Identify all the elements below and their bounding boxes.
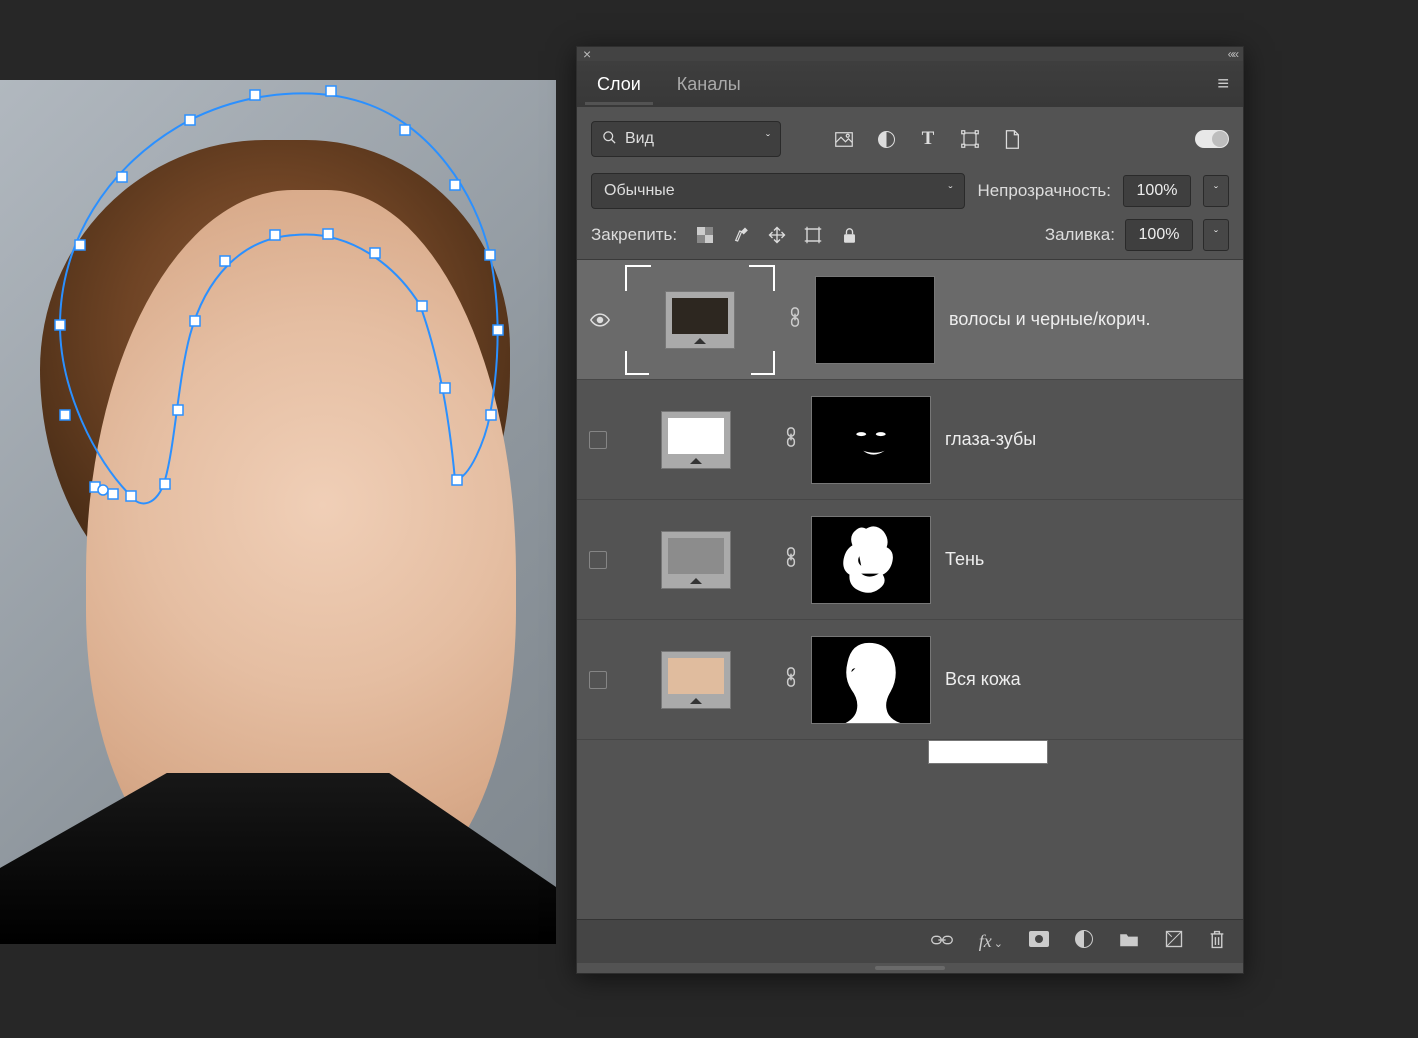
close-icon[interactable]: × xyxy=(583,47,591,61)
panel-menu-icon[interactable]: ≡ xyxy=(1217,73,1229,96)
kind-dropdown[interactable]: Вид ˇ xyxy=(591,121,781,157)
link-mask-icon[interactable] xyxy=(785,667,797,692)
layer-mask-thumbnail[interactable] xyxy=(811,396,931,484)
chevron-down-icon: ˇ xyxy=(766,132,770,146)
layer-thumbnail xyxy=(661,411,731,469)
lock-artboard-icon[interactable] xyxy=(803,225,823,245)
kind-label: Вид xyxy=(625,130,654,148)
add-mask-icon[interactable] xyxy=(1029,931,1049,952)
fill-stepper[interactable]: ˇ xyxy=(1203,219,1229,251)
fill-label: Заливка: xyxy=(1045,225,1115,245)
search-icon xyxy=(602,130,617,149)
lock-pixels-icon[interactable] xyxy=(731,225,751,245)
filter-pixel-icon[interactable] xyxy=(833,128,855,150)
panel-tabs: Слои Каналы ≡ xyxy=(577,61,1243,107)
layer-name[interactable]: Вся кожа xyxy=(945,669,1231,690)
layer-name[interactable]: Тень xyxy=(945,549,1231,570)
layer-thumbnail-frame[interactable] xyxy=(621,505,771,615)
layer-thumbnail-frame[interactable] xyxy=(621,385,771,495)
opacity-value[interactable]: 100% xyxy=(1123,175,1191,207)
visibility-toggle-empty[interactable] xyxy=(589,431,607,449)
photo-illustration xyxy=(0,80,556,944)
resize-grip[interactable] xyxy=(577,963,1243,973)
blend-mode-dropdown[interactable]: Обычные ˇ xyxy=(591,173,965,209)
new-layer-icon[interactable] xyxy=(1165,930,1183,953)
layer-name[interactable]: волосы и черные/корич. xyxy=(949,309,1231,330)
layers-panel: × «« Слои Каналы ≡ Вид ˇ T xyxy=(576,46,1244,974)
layer-mask-thumbnail[interactable] xyxy=(815,276,935,364)
fx-icon[interactable]: fx⌄ xyxy=(979,931,1003,952)
tab-layers[interactable]: Слои xyxy=(591,64,647,104)
layer-row[interactable]: волосы и черные/корич. xyxy=(577,260,1243,380)
layer-row[interactable]: Вся кожа xyxy=(577,620,1243,740)
lock-transparency-icon[interactable] xyxy=(695,225,715,245)
filter-type-icon[interactable]: T xyxy=(917,128,939,150)
canvas[interactable] xyxy=(0,80,556,944)
lock-position-icon[interactable] xyxy=(767,225,787,245)
layer-thumbnail-frame[interactable] xyxy=(625,265,775,375)
delete-layer-icon[interactable] xyxy=(1209,930,1225,954)
layer-thumbnail-frame[interactable] xyxy=(621,625,771,735)
opacity-label: Непрозрачность: xyxy=(977,181,1111,201)
new-adjustment-icon[interactable] xyxy=(1075,930,1093,953)
layer-thumbnail xyxy=(661,651,731,709)
chevron-down-icon: ˇ xyxy=(948,184,952,198)
lock-label: Закрепить: xyxy=(591,225,677,245)
layer-thumbnail xyxy=(661,531,731,589)
link-mask-icon[interactable] xyxy=(789,307,801,332)
layer-row-partial[interactable] xyxy=(577,740,1243,776)
layer-name[interactable]: глаза-зубы xyxy=(945,429,1231,450)
layer-thumbnail xyxy=(665,291,735,349)
new-group-icon[interactable] xyxy=(1119,931,1139,952)
panel-title-strip: × «« xyxy=(577,47,1243,61)
layer-mask-thumbnail[interactable] xyxy=(811,516,931,604)
filter-adjustment-icon[interactable] xyxy=(875,128,897,150)
link-layers-icon[interactable] xyxy=(931,931,953,952)
layer-row[interactable]: глаза-зубы xyxy=(577,380,1243,500)
filter-toggle[interactable] xyxy=(1195,130,1229,148)
link-mask-icon[interactable] xyxy=(785,547,797,572)
collapse-icon[interactable]: «« xyxy=(1228,47,1237,61)
layer-row[interactable]: Тень xyxy=(577,500,1243,620)
layer-mask-thumbnail[interactable] xyxy=(811,636,931,724)
fill-value[interactable]: 100% xyxy=(1125,219,1193,251)
tab-channels[interactable]: Каналы xyxy=(671,64,747,104)
lock-all-icon[interactable] xyxy=(839,225,859,245)
visibility-icon[interactable] xyxy=(589,309,611,331)
layer-list[interactable]: волосы и черные/корич. глаза-зубы xyxy=(577,259,1243,919)
visibility-toggle-empty[interactable] xyxy=(589,551,607,569)
layers-footer: fx⌄ xyxy=(577,919,1243,963)
blend-mode-value: Обычные xyxy=(604,182,675,200)
link-mask-icon[interactable] xyxy=(785,427,797,452)
filter-shape-icon[interactable] xyxy=(959,128,981,150)
opacity-stepper[interactable]: ˇ xyxy=(1203,175,1229,207)
filter-smart-icon[interactable] xyxy=(1001,128,1023,150)
layer-mask-thumbnail xyxy=(928,740,1048,764)
visibility-toggle-empty[interactable] xyxy=(589,671,607,689)
